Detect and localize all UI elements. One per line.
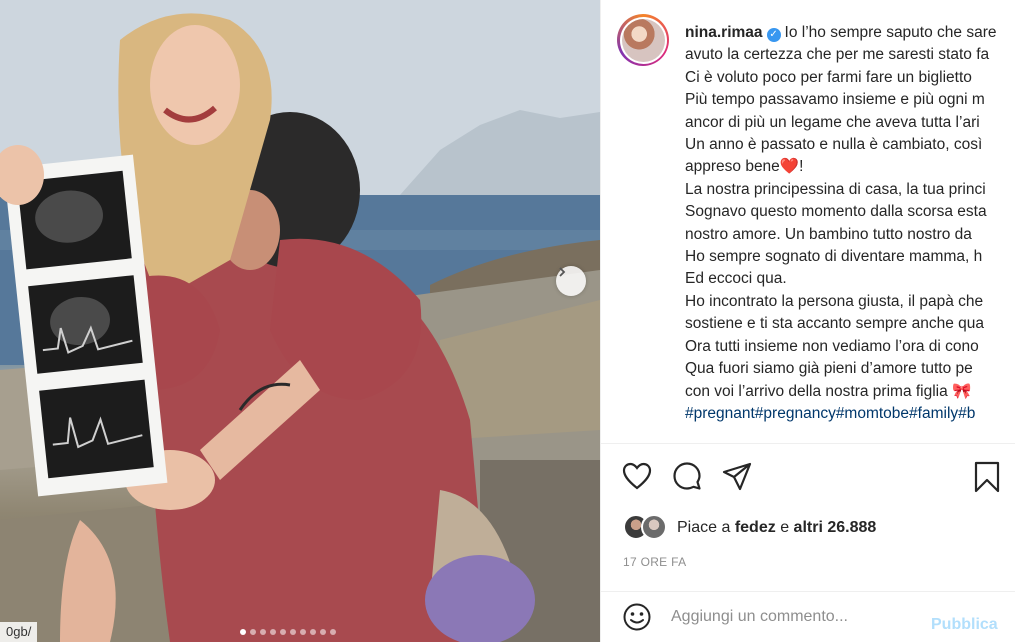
comment-input[interactable] [671, 608, 921, 626]
likes-count-link[interactable]: altri 26.888 [794, 519, 877, 537]
chevron-right-icon [559, 267, 566, 277]
action-bar [621, 460, 753, 492]
carousel-dot [240, 629, 246, 635]
caption-line: Ed eccoci qua. [685, 270, 787, 288]
bow-emoji: 🎀 [952, 382, 972, 400]
post-side-panel: nina.rimaa ✓ Io l’ho sempre saputo che sar… [600, 0, 1015, 642]
carousel-dot [310, 629, 316, 635]
save-button[interactable] [971, 460, 1003, 494]
emoji-button[interactable] [621, 601, 653, 633]
carousel-dot [320, 629, 326, 635]
emoji-icon [623, 603, 651, 631]
like-button[interactable] [621, 460, 653, 492]
caption-line: Sognavo questo momento dalla scorsa esta [685, 203, 987, 221]
caption-line: Ci è voluto poco per farmi fare un bigli… [685, 68, 972, 86]
carousel-next-button[interactable] [556, 266, 586, 296]
likes-summary[interactable]: Piace a fedez e altri 26.888 [623, 514, 876, 542]
likes-middle: e [780, 519, 790, 536]
caption-line: Ho sempre sognato di diventare mamma, h [685, 248, 983, 266]
carousel-dot [300, 629, 306, 635]
divider [601, 443, 1015, 444]
story-ring[interactable] [617, 14, 669, 66]
avatar [641, 514, 667, 540]
heart-emoji: ❤️ [779, 158, 800, 176]
post-comment-button[interactable]: Pubblica [931, 616, 998, 634]
bookmark-icon [974, 461, 1000, 493]
post-timestamp[interactable]: 17 ORE FA [623, 555, 686, 569]
comment-composer: Pubblica [601, 592, 1015, 642]
caption-line: La nostra principessina di casa, la tua … [685, 180, 986, 198]
heart-icon [622, 462, 652, 490]
share-button[interactable] [721, 460, 753, 492]
share-icon [722, 462, 752, 491]
post-photo[interactable]: 0gb/ [0, 0, 600, 642]
caption-line: nostro amore. Un bambino tutto nostro da [685, 225, 972, 243]
carousel-indicator [240, 629, 336, 635]
liker-username-link[interactable]: fedez [735, 519, 776, 537]
avatar[interactable] [621, 18, 665, 62]
caption-line: Ora tutti insieme non vediamo l’ora di c… [685, 337, 979, 355]
comment-icon [673, 462, 701, 490]
verified-badge-icon: ✓ [766, 28, 781, 42]
caption-text: nina.rimaa ✓ Io l’ho sempre saputo che sar… [685, 22, 996, 425]
watermark-tag: 0gb/ [0, 622, 38, 642]
caption-line: Più tempo passavamo insieme e più ogni m [685, 91, 985, 109]
likes-prefix: Piace a [677, 519, 731, 536]
caption-line: avuto la certezza che per me saresti sta… [685, 46, 990, 64]
caption-line: appreso bene [685, 158, 780, 176]
carousel-dot [260, 629, 266, 635]
caption-line: Qua fuori siamo già pieni d’amore tutto … [685, 360, 973, 378]
comment-button[interactable] [671, 460, 703, 492]
photo-illustration [0, 0, 600, 642]
carousel-dot [330, 629, 336, 635]
post-caption: nina.rimaa ✓ Io l’ho sempre saputo che sar… [617, 14, 1015, 425]
caption-line: sostiene e ti sta accanto sempre anche q… [685, 315, 984, 333]
caption-line: Io l’ho sempre saputo che sare [784, 24, 997, 41]
liker-avatars [623, 514, 667, 542]
carousel-dot [280, 629, 286, 635]
caption-line: Ho incontrato la persona giusta, il papà… [685, 292, 984, 310]
caption-line: Un anno è passato e nulla è cambiato, co… [685, 136, 983, 154]
username-link[interactable]: nina.rimaa [685, 24, 763, 41]
carousel-dot [270, 629, 276, 635]
caption-line: ancor di più un legame che aveva tutta l… [685, 113, 980, 131]
carousel-dot [290, 629, 296, 635]
hashtags-link[interactable]: #pregnant#pregnancy#momtobe#family#b [685, 403, 996, 425]
carousel-dot [250, 629, 256, 635]
caption-line: con voi l’arrivo della nostra prima figl… [685, 382, 948, 400]
